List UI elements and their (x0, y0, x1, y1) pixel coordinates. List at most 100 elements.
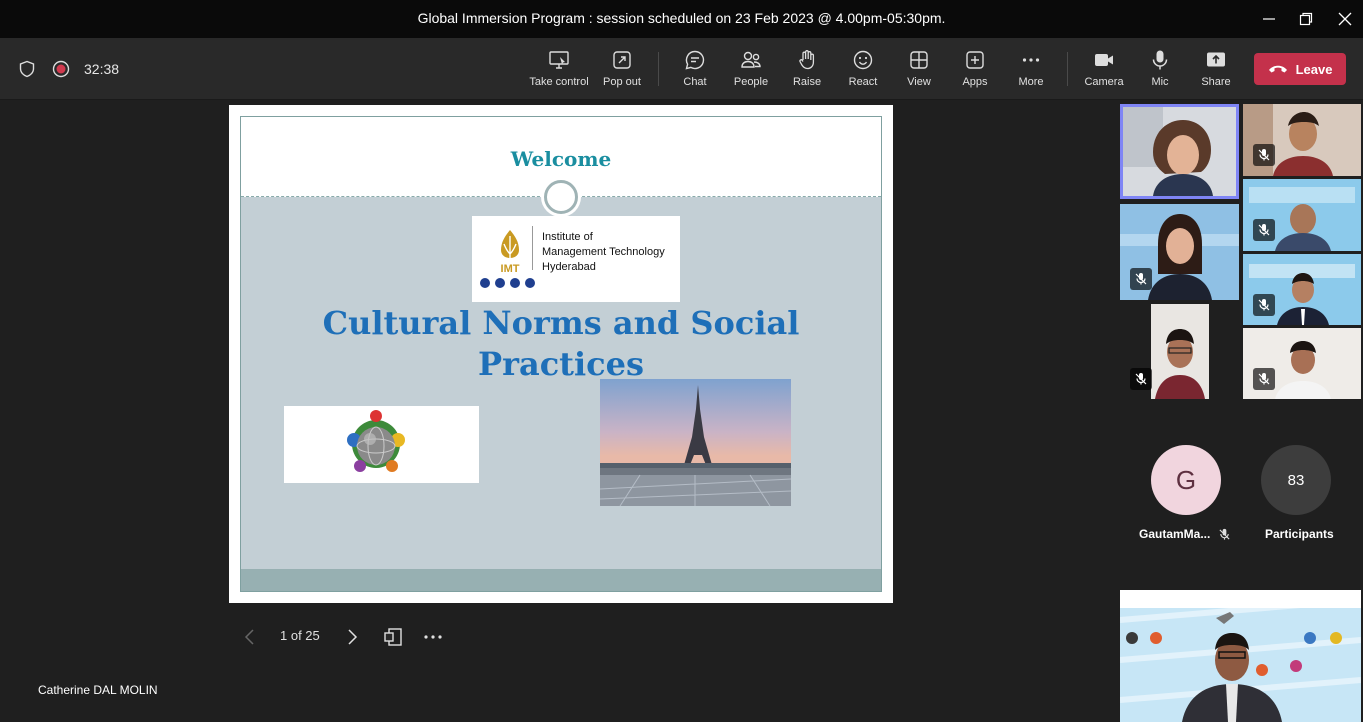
muted-indicator (1253, 368, 1275, 390)
muted-indicator (1130, 368, 1152, 390)
mic-off-icon (1258, 299, 1270, 311)
participant-name: GautamMa... (1139, 527, 1211, 541)
participants-count: 83 (1287, 471, 1305, 489)
self-video-tile[interactable] (1120, 590, 1361, 722)
next-slide-icon[interactable] (344, 628, 360, 646)
globe-people-image (284, 406, 479, 483)
more-dots-icon (1022, 58, 1040, 62)
participant-video-icon (1120, 590, 1361, 722)
imt-emblem-icon: IMT (501, 230, 520, 275)
logo-divider (532, 226, 533, 270)
logo-dots (480, 278, 535, 288)
raise-hand-button[interactable]: Raise (776, 49, 838, 93)
logo-text-line2: Management Technology (542, 246, 665, 258)
mic-label: Mic (1151, 76, 1169, 88)
video-tile-speaker[interactable] (1120, 104, 1239, 199)
video-tile-participant[interactable] (1243, 104, 1361, 176)
participant-avatar[interactable]: G (1151, 445, 1221, 515)
people-icon (741, 51, 761, 68)
leave-button[interactable]: Leave (1254, 53, 1346, 85)
take-control-label: Take control (529, 76, 589, 88)
video-tile-participant[interactable] (1243, 254, 1361, 325)
shield-icon (19, 60, 35, 78)
minimize-icon (1263, 18, 1275, 20)
meeting-timer: 32:38 (84, 61, 120, 77)
apps-button[interactable]: Apps (944, 49, 1006, 93)
slide-more-icon[interactable] (423, 627, 443, 647)
minimize-button[interactable] (1249, 0, 1289, 38)
chat-label: Chat (683, 76, 707, 88)
restore-icon (1299, 12, 1313, 26)
close-button[interactable] (1325, 0, 1363, 38)
video-tile-participant[interactable] (1243, 328, 1361, 399)
slide-grid-icon[interactable] (383, 627, 403, 647)
react-label: React (848, 76, 878, 88)
mic-off-icon (1258, 224, 1270, 236)
participants-label: Participants (1265, 527, 1334, 541)
recording-icon (52, 60, 70, 78)
share-button[interactable]: Share (1185, 49, 1247, 93)
apps-label: Apps (962, 76, 988, 88)
logo-text-line1: Institute of (542, 231, 593, 243)
pop-out-button[interactable]: Pop out (591, 49, 653, 93)
chat-icon (685, 50, 705, 70)
pop-out-icon (613, 51, 631, 69)
slide-navigation: 1 of 25 (240, 624, 460, 650)
smiley-icon (853, 50, 873, 70)
muted-indicator (1130, 268, 1152, 290)
take-control-button[interactable]: Take control (528, 49, 590, 93)
camera-icon (1095, 54, 1113, 66)
take-control-icon (549, 51, 569, 69)
slide-title: Cultural Norms and Social Practices (322, 304, 800, 383)
mic-off-icon (1135, 273, 1147, 285)
eiffel-tower-icon (600, 379, 791, 506)
muted-indicator (1253, 144, 1275, 166)
close-icon (1338, 12, 1352, 26)
raise-hand-icon (799, 50, 815, 70)
mic-button[interactable]: Mic (1129, 49, 1191, 93)
more-participants-button[interactable]: 83 (1261, 445, 1331, 515)
slide-footer-band (241, 569, 881, 591)
mic-off-icon (1135, 373, 1147, 385)
shared-presentation[interactable]: Welcome IMT Institute of Management Tech… (229, 105, 893, 603)
participant-video-icon (1123, 107, 1236, 196)
slide-page-indicator: 1 of 25 (280, 628, 320, 643)
video-tile-participant[interactable] (1243, 179, 1361, 251)
more-button[interactable]: More (1000, 49, 1062, 93)
logo-text-line3: Hyderabad (542, 261, 596, 273)
video-tile-participant[interactable] (1120, 204, 1239, 300)
title-bar: Global Immersion Program : session sched… (0, 0, 1363, 38)
leave-label: Leave (1295, 61, 1333, 77)
imt-logo: IMT Institute of Management Technology H… (472, 216, 680, 302)
participant-video-icon (1151, 304, 1209, 399)
video-tile-participant[interactable] (1151, 304, 1209, 399)
pop-out-label: Pop out (603, 76, 641, 88)
mic-off-icon (1219, 528, 1230, 540)
window-title: Global Immersion Program : session sched… (417, 10, 946, 26)
people-label: People (733, 76, 769, 88)
meeting-toolbar: 32:38 Take control Pop out Chat People R… (0, 38, 1363, 100)
share-label: Share (1201, 76, 1231, 88)
mic-off-icon (1258, 373, 1270, 385)
camera-label: Camera (1084, 76, 1124, 88)
previous-slide-icon[interactable] (242, 628, 258, 646)
share-screen-icon (1207, 52, 1225, 67)
more-label: More (1018, 76, 1044, 88)
mic-off-icon (1258, 149, 1270, 161)
imt-mark-text: IMT (501, 263, 520, 275)
camera-button[interactable]: Camera (1073, 49, 1135, 93)
hang-up-icon (1268, 65, 1287, 73)
presenter-name: Catherine DAL MOLIN (38, 683, 158, 697)
muted-indicator (1253, 294, 1275, 316)
people-button[interactable]: People (720, 49, 782, 93)
grid-view-icon (910, 51, 928, 69)
apps-plus-icon (966, 51, 984, 69)
react-button[interactable]: React (832, 49, 894, 93)
meeting-status: 32:38 (18, 60, 119, 78)
teams-meeting-window: Global Immersion Program : session sched… (0, 0, 1363, 722)
eiffel-tower-photo (600, 379, 791, 506)
view-label: View (907, 76, 931, 88)
view-button[interactable]: View (888, 49, 950, 93)
restore-button[interactable] (1286, 0, 1326, 38)
chat-button[interactable]: Chat (664, 49, 726, 93)
